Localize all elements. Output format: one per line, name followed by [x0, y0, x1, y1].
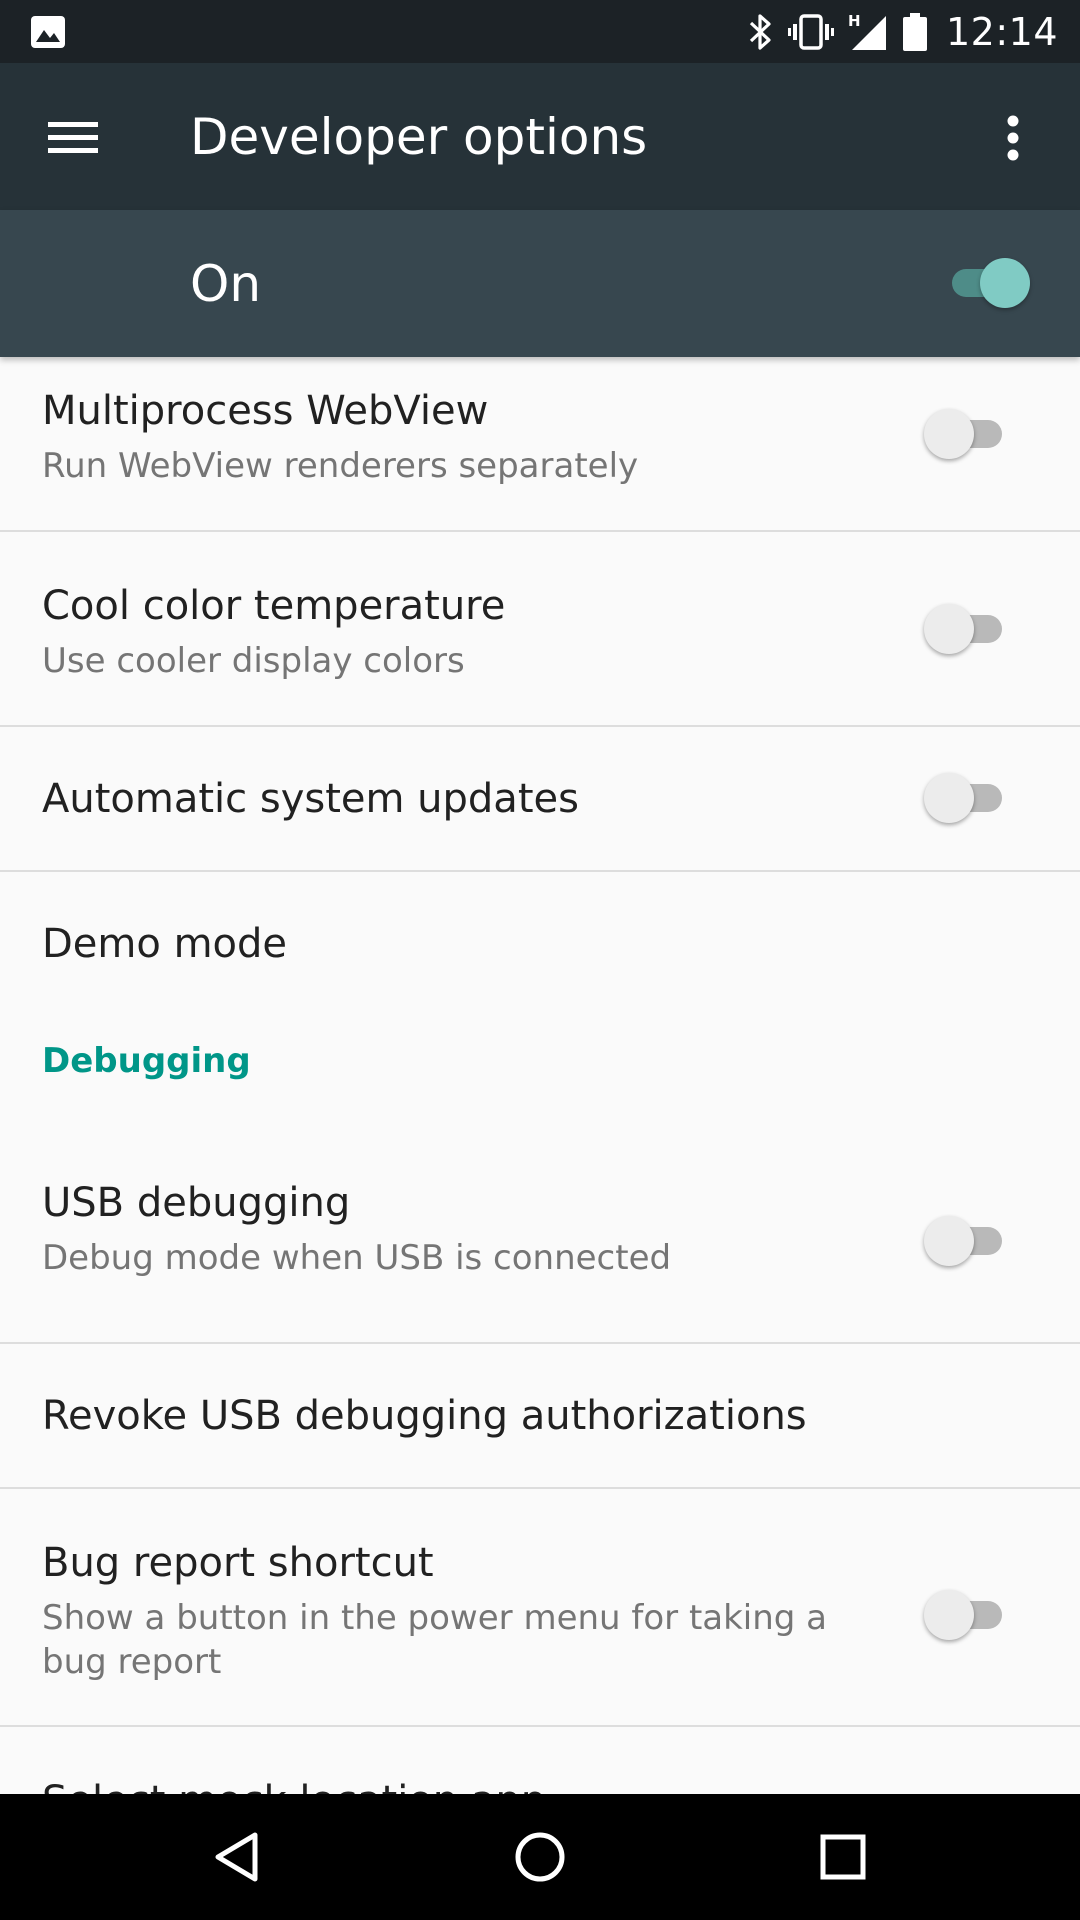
pref-title: Revoke USB debugging authorizations: [42, 1393, 807, 1439]
hamburger-menu-icon[interactable]: [40, 105, 106, 171]
pref-select-mock-location-app[interactable]: Select mock location app: [0, 1727, 1080, 1794]
page-title: Developer options: [190, 108, 648, 166]
cool-color-temperature-switch[interactable]: [924, 604, 1008, 654]
master-switch-bar[interactable]: On: [0, 210, 1080, 357]
bug-report-shortcut-switch[interactable]: [924, 1590, 1008, 1640]
signal-h-icon: H: [848, 12, 888, 52]
pref-summary: Run WebView renderers separately: [42, 446, 639, 486]
recents-square-icon[interactable]: [806, 1820, 880, 1894]
switch-thumb: [924, 604, 974, 654]
pref-title: Demo mode: [42, 921, 287, 967]
pref-automatic-system-updates[interactable]: Automatic system updates: [0, 727, 1080, 872]
switch-thumb: [980, 258, 1030, 308]
status-time: 12:14: [945, 9, 1058, 54]
switch-thumb: [924, 1216, 974, 1266]
back-triangle-icon[interactable]: [200, 1820, 274, 1894]
app-bar: Developer options: [0, 63, 1080, 210]
more-vert-icon[interactable]: [980, 105, 1046, 171]
settings-list[interactable]: Multiprocess WebView Run WebView rendere…: [0, 357, 1080, 1794]
pref-summary: Show a button in the power menu for taki…: [42, 1598, 828, 1682]
pref-summary: Debug mode when USB is connected: [42, 1238, 672, 1278]
pref-demo-mode[interactable]: Demo mode: [0, 872, 1080, 1007]
pref-revoke-usb-debugging[interactable]: Revoke USB debugging authorizations: [0, 1344, 1080, 1489]
switch-thumb: [924, 409, 974, 459]
home-circle-icon[interactable]: [503, 1820, 577, 1894]
pref-cool-color-temperature[interactable]: Cool color temperature Use cooler displa…: [0, 532, 1080, 727]
master-switch-label: On: [190, 255, 262, 313]
battery-icon: [902, 12, 928, 52]
pref-multiprocess-webview[interactable]: Multiprocess WebView Run WebView rendere…: [0, 357, 1080, 532]
pref-title: Select mock location app: [42, 1777, 546, 1794]
pref-title: Bug report shortcut: [42, 1540, 434, 1586]
bluetooth-icon: [748, 13, 774, 51]
pref-bug-report-shortcut[interactable]: Bug report shortcut Show a button in the…: [0, 1489, 1080, 1727]
switch-thumb: [924, 1590, 974, 1640]
automatic-system-updates-switch[interactable]: [924, 773, 1008, 823]
pref-title: USB debugging: [42, 1180, 351, 1226]
category-debugging: Debugging: [42, 1041, 251, 1081]
pref-title: Cool color temperature: [42, 583, 506, 629]
image-notification-icon: [30, 15, 66, 49]
status-bar: H 12:14: [0, 0, 1080, 63]
master-toggle-switch[interactable]: [946, 258, 1030, 308]
pref-title: Automatic system updates: [42, 776, 579, 822]
svg-text:H: H: [848, 12, 861, 30]
pref-usb-debugging[interactable]: USB debugging Debug mode when USB is con…: [0, 1127, 1080, 1344]
usb-debugging-switch[interactable]: [924, 1216, 1008, 1266]
navigation-bar: [0, 1794, 1080, 1920]
vibrate-icon: [787, 13, 834, 51]
multiprocess-webview-switch[interactable]: [924, 409, 1008, 459]
switch-thumb: [924, 773, 974, 823]
pref-summary: Use cooler display colors: [42, 641, 465, 681]
pref-title: Multiprocess WebView: [42, 388, 489, 434]
